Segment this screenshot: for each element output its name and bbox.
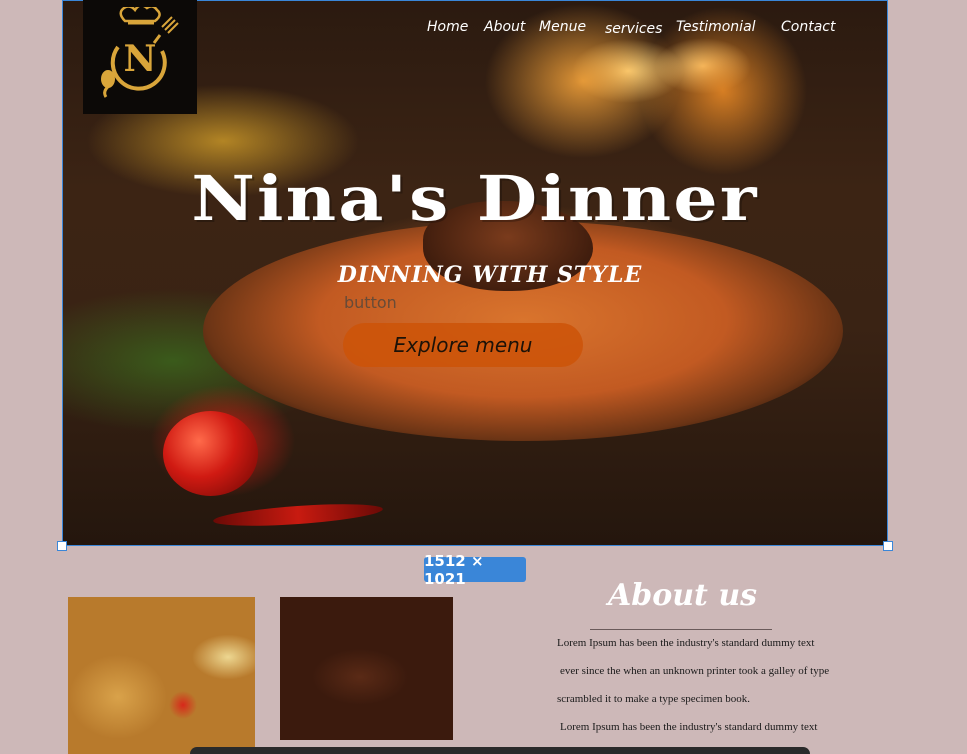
hero-subtitle: DINNING WITH STYLE	[337, 262, 643, 288]
about-text-line: Lorem Ipsum has been the industry's stan…	[557, 637, 815, 649]
nav-item-home[interactable]: Home	[427, 19, 468, 35]
about-title: About us	[607, 578, 758, 613]
about-text-line: Lorem Ipsum has been the industry's stan…	[560, 721, 818, 733]
hero-title: Nina's Dinner	[191, 162, 759, 235]
nav-item-services[interactable]: services	[605, 21, 662, 37]
resize-handle-bottom-left[interactable]	[57, 541, 67, 551]
resize-handle-bottom-right[interactable]	[883, 541, 893, 551]
main-navigation: Home About Menue services Testimonial Co…	[0, 19, 967, 39]
about-text-line: ever since the when an unknown printer t…	[560, 665, 830, 677]
food-photo-pastries	[68, 597, 255, 754]
about-text-line: scrambled it to make a type specimen boo…	[557, 693, 751, 705]
about-divider	[590, 629, 772, 630]
nav-item-about[interactable]: About	[484, 19, 525, 35]
logo-letter: N	[124, 38, 157, 80]
brand-logo[interactable]: N	[83, 0, 197, 114]
hero-chili-pepper	[212, 500, 384, 530]
nav-item-contact[interactable]: Contact	[781, 19, 835, 35]
explore-menu-button[interactable]: Explore menu	[343, 323, 583, 367]
food-photo-sandwiches	[280, 597, 453, 740]
nav-item-menu[interactable]: Menue	[539, 19, 586, 35]
nav-item-testimonial[interactable]: Testimonial	[676, 19, 756, 35]
button-caption: button	[344, 293, 397, 312]
bottom-toolbar[interactable]	[190, 747, 810, 754]
hero-tomato	[163, 411, 258, 496]
dimension-badge: 1512 × 1021	[424, 552, 526, 588]
